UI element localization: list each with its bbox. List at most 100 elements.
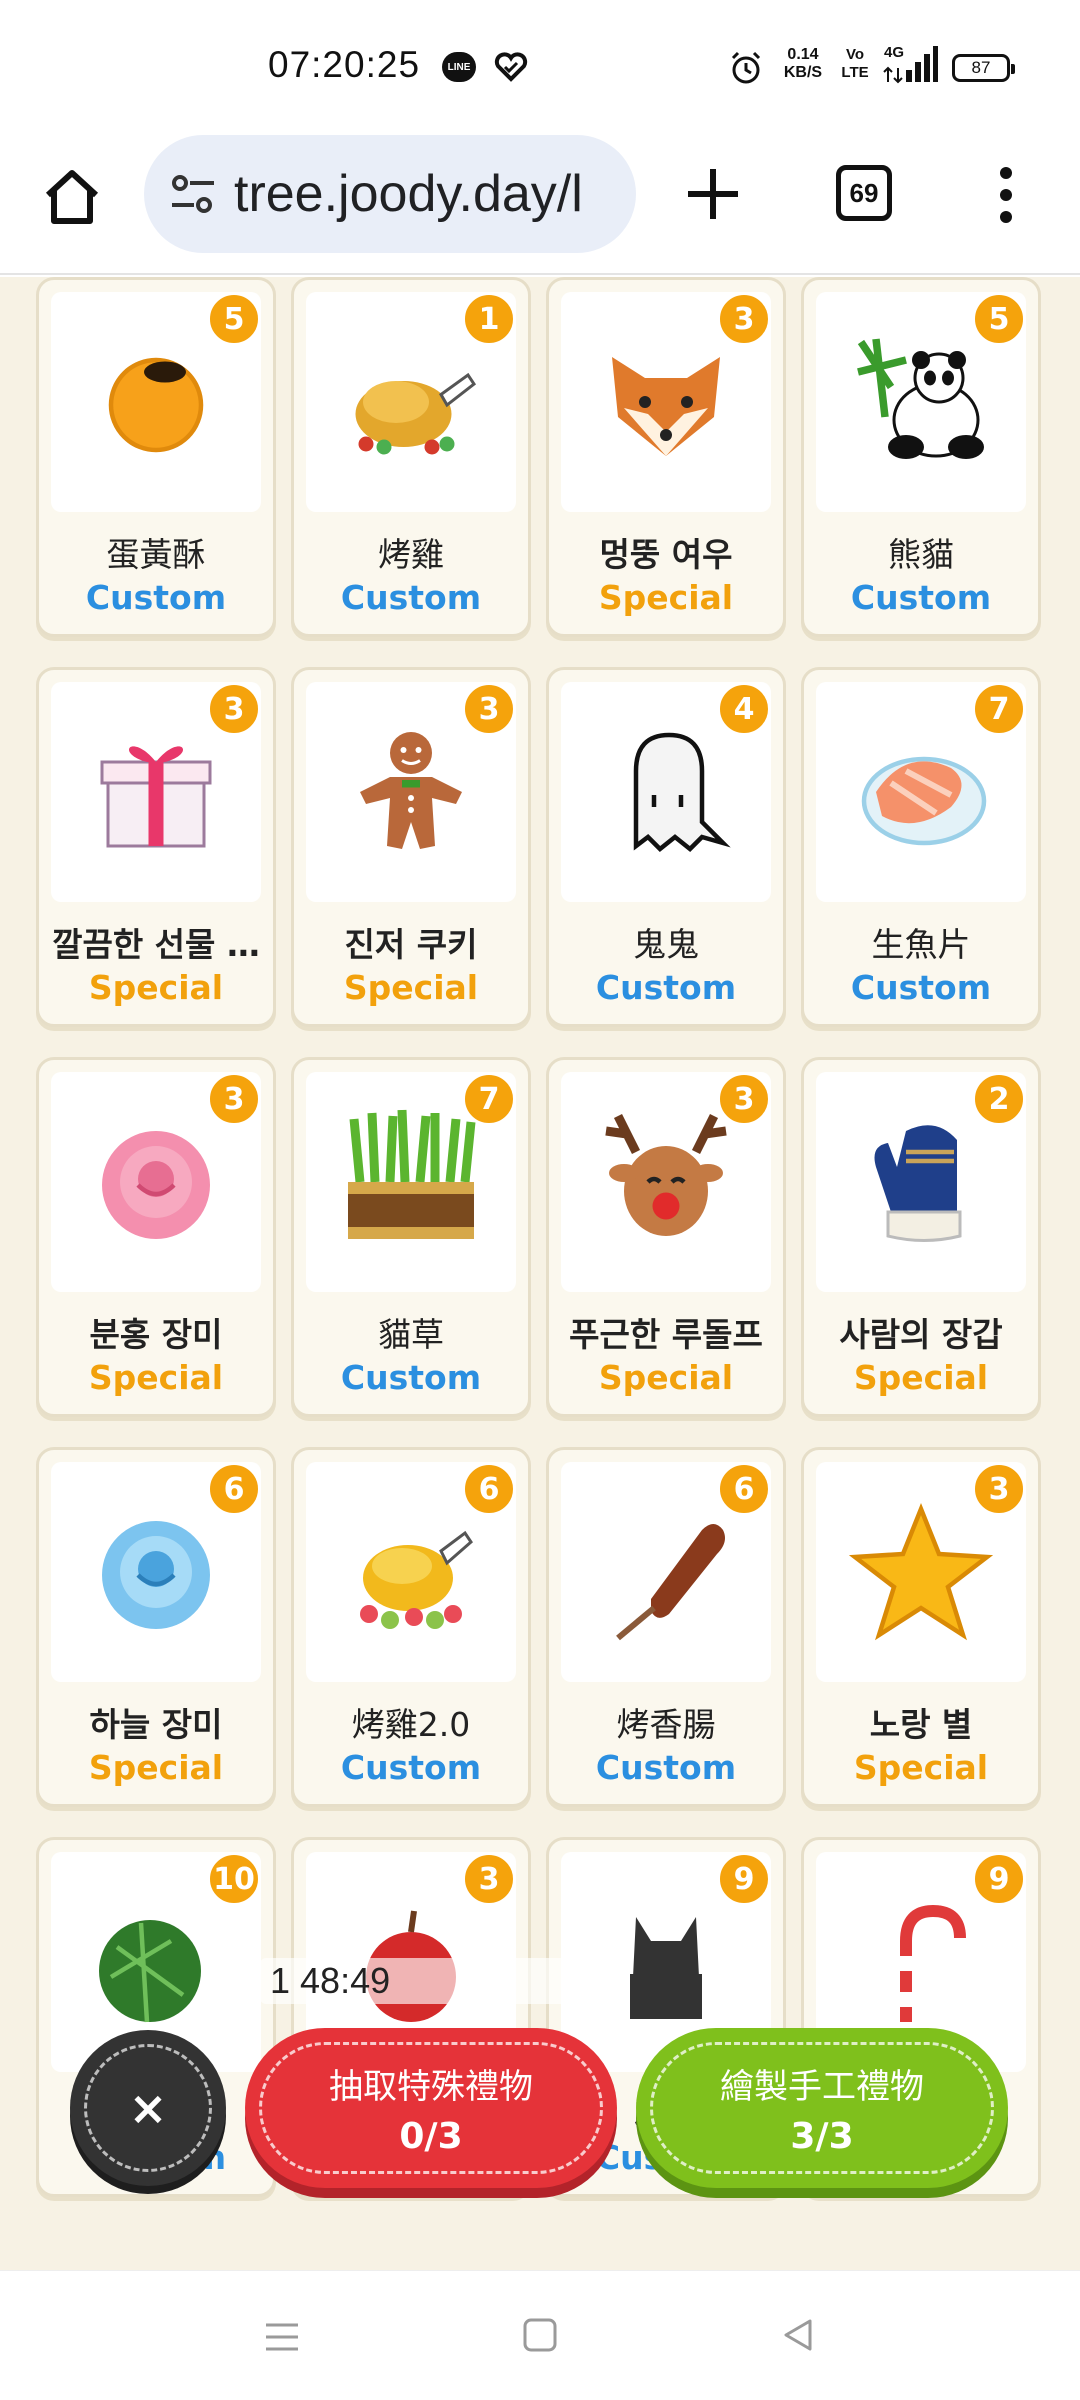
gift-card[interactable]: 5 熊貓 Custom	[801, 277, 1041, 637]
line-app-icon: LINE	[442, 52, 476, 82]
volte-top: Vo	[845, 46, 865, 63]
gift-card[interactable]: 6 하늘 장미 Special	[36, 1447, 276, 1807]
count-badge: 3	[717, 292, 771, 346]
sashimi-icon	[861, 756, 987, 846]
gift-card[interactable]: 6 烤雞2.0 Custom	[291, 1447, 531, 1807]
craft-custom-gift-button[interactable]: 繪製手工禮物 3/3	[636, 2028, 1008, 2188]
screen: 07:20:25 LINE 0.14 KB/S Vo LTE 4G 87 tre…	[0, 0, 1080, 2400]
count-badge: 4	[717, 682, 771, 736]
count-badge: 3	[972, 1462, 1026, 1516]
gift-card[interactable]: 4 鬼鬼 Custom	[546, 667, 786, 1027]
count-badge: 3	[207, 1072, 261, 1126]
gift-type: Special	[88, 1358, 224, 1397]
status-time: 07:20:25	[268, 44, 421, 85]
panda-icon	[857, 338, 984, 459]
gift-name: 멍뚱 여우	[599, 535, 733, 574]
gift-card[interactable]: 6 烤香腸 Custom	[546, 1447, 786, 1807]
blue-rose-icon	[102, 1521, 210, 1629]
gift-name: 푸근한 루돌프	[569, 1315, 763, 1354]
new-tab-plus-icon[interactable]	[680, 161, 746, 227]
gift-name: 生魚片	[871, 925, 971, 964]
url-text[interactable]: tree.joody.day/l	[234, 164, 583, 224]
count-badge: 5	[972, 292, 1026, 346]
craft-custom-gift-label: 繪製手工禮物	[720, 2067, 924, 2107]
system-navigation-bar	[0, 2270, 1080, 2400]
heart-icon	[494, 52, 528, 82]
roast-chicken-2-icon	[360, 1530, 473, 1629]
overlay-timer: 1 48:49	[260, 1958, 620, 2004]
fox-icon	[612, 357, 720, 456]
gift-box-icon	[100, 746, 212, 848]
gift-card[interactable]: 3 깔끔한 선물 … Special	[36, 667, 276, 1027]
battery-indicator: 87	[952, 54, 1015, 82]
gift-name: 鬼鬼	[633, 925, 699, 964]
gift-type: Special	[88, 1748, 224, 1787]
draw-special-gift-button[interactable]: 抽取特殊禮物 0/3	[245, 2028, 617, 2188]
melon-icon	[99, 1920, 201, 2023]
count-badge: 6	[207, 1462, 261, 1516]
network-speed-value: 0.14	[787, 46, 819, 63]
gift-name: 烤雞2.0	[351, 1705, 471, 1744]
more-vert-icon[interactable]	[992, 163, 1020, 227]
gift-name: 蛋黃酥	[106, 535, 206, 574]
count-badge: 1	[462, 292, 516, 346]
close-icon: ×	[128, 2081, 168, 2135]
gift-type: Special	[598, 1358, 734, 1397]
roast-chicken-icon	[355, 372, 477, 455]
gift-card[interactable]: 2 사람의 장갑 Special	[801, 1057, 1041, 1417]
gift-card[interactable]: 3 진저 쿠키 Special	[291, 667, 531, 1027]
egg-yolk-pastry-icon	[108, 357, 204, 453]
count-badge: 9	[717, 1852, 771, 1906]
mitten-icon	[874, 1125, 962, 1242]
home-icon[interactable]	[40, 165, 104, 229]
network-speed-unit: KB/S	[783, 64, 823, 81]
recent-apps-icon[interactable]	[262, 2317, 302, 2357]
gift-name: 貓草	[378, 1315, 444, 1354]
gift-type: Special	[88, 968, 224, 1007]
gift-type: Custom	[340, 578, 482, 617]
gift-name: 烤香腸	[616, 1705, 716, 1744]
gift-type: Custom	[340, 1748, 482, 1787]
count-badge: 3	[717, 1072, 771, 1126]
gift-card[interactable]: 1 烤雞 Custom	[291, 277, 531, 637]
gift-name: 깔끔한 선물 …	[52, 925, 260, 964]
back-icon[interactable]	[778, 2315, 818, 2355]
count-badge: 7	[972, 682, 1026, 736]
close-button[interactable]: ×	[70, 2030, 226, 2186]
volte-indicator: Vo LTE	[840, 46, 870, 82]
gift-name: 진저 쿠키	[344, 925, 478, 964]
count-badge: 9	[972, 1852, 1026, 1906]
count-badge: 3	[462, 682, 516, 736]
cat-grass-icon	[348, 1109, 476, 1239]
count-badge: 7	[462, 1072, 516, 1126]
tabs-switcher-button[interactable]: 69	[836, 165, 892, 221]
count-badge: 6	[462, 1462, 516, 1516]
gift-card[interactable]: 3 노랑 별 Special	[801, 1447, 1041, 1807]
gift-name: 분홍 장미	[89, 1315, 223, 1354]
gift-name: 烤雞	[378, 535, 444, 574]
gift-type: Custom	[85, 578, 227, 617]
gift-card[interactable]: 3 푸근한 루돌프 Special	[546, 1057, 786, 1417]
gift-card[interactable]: 3 분홍 장미 Special	[36, 1057, 276, 1417]
gift-card[interactable]: 3 멍뚱 여우 Special	[546, 277, 786, 637]
gift-type: Custom	[595, 968, 737, 1007]
gift-card[interactable]: 7 生魚片 Custom	[801, 667, 1041, 1027]
alarm-icon	[731, 51, 761, 84]
address-bar[interactable]: tree.joody.day/l	[144, 135, 636, 253]
candy-cane-icon	[900, 1904, 966, 2022]
gift-card[interactable]: 7 貓草 Custom	[291, 1057, 531, 1417]
nav-home-icon[interactable]	[520, 2315, 560, 2355]
gift-name: 熊貓	[888, 535, 954, 574]
browser-toolbar: tree.joody.day/l 69	[0, 135, 1080, 275]
site-settings-icon[interactable]	[166, 167, 220, 221]
draw-special-gift-label: 抽取特殊禮物	[329, 2067, 533, 2107]
ghost-icon	[633, 732, 731, 853]
count-badge: 2	[972, 1072, 1026, 1126]
count-badge: 3	[207, 682, 261, 736]
reindeer-icon	[605, 1113, 727, 1236]
gift-type: Custom	[850, 968, 992, 1007]
network-type: 4G	[884, 44, 905, 61]
gift-grid: Special Special Special Custom	[36, 277, 1044, 2197]
gift-card[interactable]: 5 蛋黃酥 Custom	[36, 277, 276, 637]
count-badge: 6	[717, 1462, 771, 1516]
